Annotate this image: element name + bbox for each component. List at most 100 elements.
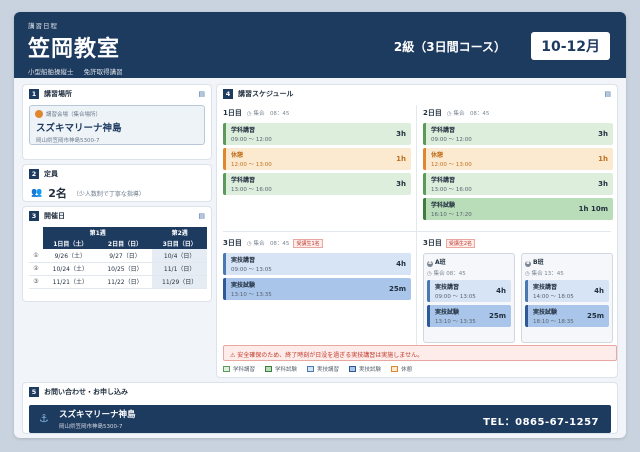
capacity-note: （少人数制で丁寧な指導）	[72, 190, 145, 198]
group-badge: B	[525, 261, 531, 267]
place-name: スズキマリーナ神島	[36, 123, 122, 134]
calendar-icon: ▤	[198, 90, 205, 98]
student-count-badge: 受講生2名	[445, 238, 476, 248]
day3-double-column: 3日目 受講生2名	[423, 237, 613, 249]
contact-heading: 5 お問い合わせ・お申し込み	[23, 383, 617, 401]
capacity-value: 2名	[48, 187, 67, 200]
day-heading: 3日目 受講生2名	[423, 237, 613, 249]
contact-bar: ⚓ スズキマリーナ神島 岡山県笠岡市神島5300-7 TEL：0865-67-1…	[29, 405, 611, 433]
day1-column: 1日目 ◷ 集合 08：45 学科講習 09:00 ～ 12:00 3h 休憩 …	[223, 107, 411, 198]
table-row: ② 10/24（土） 10/25（日） 11/1（日）	[29, 262, 207, 276]
course-label: 2級（3日間コース）	[393, 40, 506, 54]
page-header: 講習日程 笠岡教室 小型船舶操縦士 免許取得講習 2級（3日間コース） 10-1…	[14, 12, 626, 78]
group-a: A A班 ◷ 集合 08：45 実技講習 09:00 ～ 13:05 4h 実技試…	[423, 253, 515, 343]
place-heading: 1 講習場所 ▤	[23, 85, 211, 103]
student-count-badge: 受講生1名	[293, 238, 323, 248]
day-label: 1日目	[223, 109, 242, 117]
header-caption: 講習日程	[28, 22, 58, 30]
location-pin-icon	[35, 110, 43, 118]
clock-icon: ◷	[446, 111, 452, 117]
schedule-block: 実技試験 18:10 ～ 18:35 25m	[525, 305, 609, 327]
page-frame: 講習日程 笠岡教室 小型船舶操縦士 免許取得講習 2級（3日間コース） 10-1…	[14, 12, 626, 438]
clock-icon: ◷	[246, 241, 252, 247]
clock-icon: ◷	[525, 271, 530, 277]
day-heading: 3日目 ◷ 集合 08：45 受講生1名	[223, 237, 411, 249]
schedule-block: 休憩 12:00 ～ 13:00 1h	[223, 148, 411, 170]
day-label: 2日目	[423, 109, 442, 117]
schedule-block: 実技講習 14:00 ～ 18:05 4h	[525, 280, 609, 302]
dates-heading: 3 開催日 ▤	[23, 207, 211, 225]
section-title: お問い合わせ・お申し込み	[44, 388, 128, 396]
schedule-block: 実技試験 13:10 ～ 13:35 25m	[427, 305, 511, 327]
calendar-icon: ▤	[198, 212, 205, 220]
clock-icon: ◷	[427, 271, 432, 277]
place-label: 講習会場（集合場所）	[46, 112, 102, 118]
header-subtitle: 小型船舶操縦士 免許取得講習	[28, 66, 612, 76]
clock-icon: ◷	[246, 111, 252, 117]
schedule-block: 実技試験 13:10 ～ 13:35 25m	[223, 278, 411, 300]
schedule-block: 実技講習 09:00 ～ 13:05 4h	[223, 253, 411, 275]
day2-column: 2日目 ◷ 集合 08：45 学科講習 09:00 ～ 12:00 3h 休憩 …	[423, 107, 613, 223]
contact-card: 5 お問い合わせ・お申し込み ⚓ スズキマリーナ神島 岡山県笠岡市神島5300-…	[22, 382, 618, 434]
section-title: 講習スケジュール	[238, 90, 294, 98]
week2-header: 第2週	[152, 227, 207, 238]
schedule-block: 学科講習 13:00 ～ 16:00 3h	[423, 173, 613, 195]
legend-item: 学科講習	[223, 365, 255, 373]
section-title: 定員	[44, 170, 58, 178]
contact-phone[interactable]: TEL：0865-67-1257	[483, 413, 599, 428]
schedule-card: 4 講習スケジュール ▤ 1日目 ◷ 集合 08：45 学科講習 09:00 ～…	[216, 84, 618, 378]
header-subtitle-2: 免許取得講習	[83, 68, 123, 76]
day-label: 3日目	[423, 239, 442, 247]
column-header: 1日目（土）	[43, 238, 98, 249]
day3-single-column: 3日目 ◷ 集合 08：45 受講生1名 実技講習 09:00 ～ 13:05 …	[223, 237, 411, 303]
group-heading: A A班	[427, 259, 446, 267]
anchor-icon: ⚓	[39, 412, 49, 425]
header-subtitle-1: 小型船舶操縦士	[28, 68, 74, 76]
schedule-block: 実技講習 09:00 ～ 13:05 4h	[427, 280, 511, 302]
section-number: 5	[29, 387, 39, 397]
meeting-time: ◷ 集合 13：45	[525, 271, 564, 277]
place-box: 講習会場（集合場所） スズキマリーナ神島 岡山県笠岡市神島5300-7	[29, 105, 205, 145]
safety-warning: ⚠ 安全確保のため、終了時刻が日没を過ぎる実技講習は実施しません。	[223, 345, 617, 361]
table-row: ③ 11/21（土） 11/22（日） 11/29（日）	[29, 275, 207, 289]
group-b: B B班 ◷ 集合 13：45 実技講習 14:00 ～ 18:05 4h 実技試…	[521, 253, 613, 343]
place-address: 岡山県笠岡市神島5300-7	[36, 138, 100, 144]
day-heading: 1日目 ◷ 集合 08：45	[223, 107, 411, 119]
group-badge: A	[427, 261, 433, 267]
schedule-block: 学科講習 09:00 ～ 12:00 3h	[423, 123, 613, 145]
day-heading: 2日目 ◷ 集合 08：45	[423, 107, 613, 119]
page-title: 笠岡教室	[28, 37, 121, 62]
group-heading: B B班	[525, 259, 544, 267]
meeting-time: ◷ 集合 08：45	[246, 241, 290, 247]
meeting-time: ◷ 集合 08：45	[246, 111, 290, 117]
calendar-icon: ▤	[604, 90, 611, 98]
column-header: 2日目（日）	[97, 238, 153, 249]
dates-table: 第1週 第2週 1日目（土） 2日目（日） 3日目（日） ① 9/26（土） 9…	[29, 227, 207, 289]
schedule-heading: 4 講習スケジュール ▤	[217, 85, 617, 103]
schedule-block: 学科講習 09:00 ～ 12:00 3h	[223, 123, 411, 145]
column-header: 3日目（日）	[152, 238, 207, 249]
meeting-time: ◷ 集合 08：45	[427, 271, 466, 277]
schedule-block: 学科試験 16:10 ～ 17:20 1h 10m	[423, 198, 613, 220]
people-icon: 👥	[31, 188, 43, 198]
place-card: 1 講習場所 ▤ 講習会場（集合場所） スズキマリーナ神島 岡山県笠岡市神島53…	[22, 84, 212, 160]
capacity-heading: 2 定員	[23, 165, 211, 183]
period-badge: 10-12月	[531, 32, 610, 60]
schedule-block: 学科講習 13:00 ～ 16:00 3h	[223, 173, 411, 195]
legend-item: 実技講習	[307, 365, 339, 373]
section-number: 2	[29, 169, 39, 179]
meeting-time: ◷ 集合 08：45	[446, 111, 490, 117]
section-number: 1	[29, 89, 39, 99]
legend-item: 実技試験	[349, 365, 381, 373]
day-label: 3日目	[223, 239, 242, 247]
week1-header: 第1週	[43, 227, 153, 238]
capacity-card: 2 定員 👥 2名 （少人数制で丁寧な指導）	[22, 164, 212, 202]
section-number: 4	[223, 89, 233, 99]
section-title: 講習場所	[44, 90, 72, 98]
legend-item: 学科試験	[265, 365, 297, 373]
dates-card: 3 開催日 ▤ 第1週 第2週 1日目（土） 2日目（日） 3日目（日） ① 9…	[22, 206, 212, 302]
legend: 学科講習 学科試験 実技講習 実技試験 休憩	[223, 365, 422, 373]
schedule-block: 休憩 12:00 ～ 13:00 1h	[423, 148, 613, 170]
section-title: 開催日	[44, 212, 65, 220]
capacity-row: 👥 2名 （少人数制で丁寧な指導）	[23, 183, 211, 203]
